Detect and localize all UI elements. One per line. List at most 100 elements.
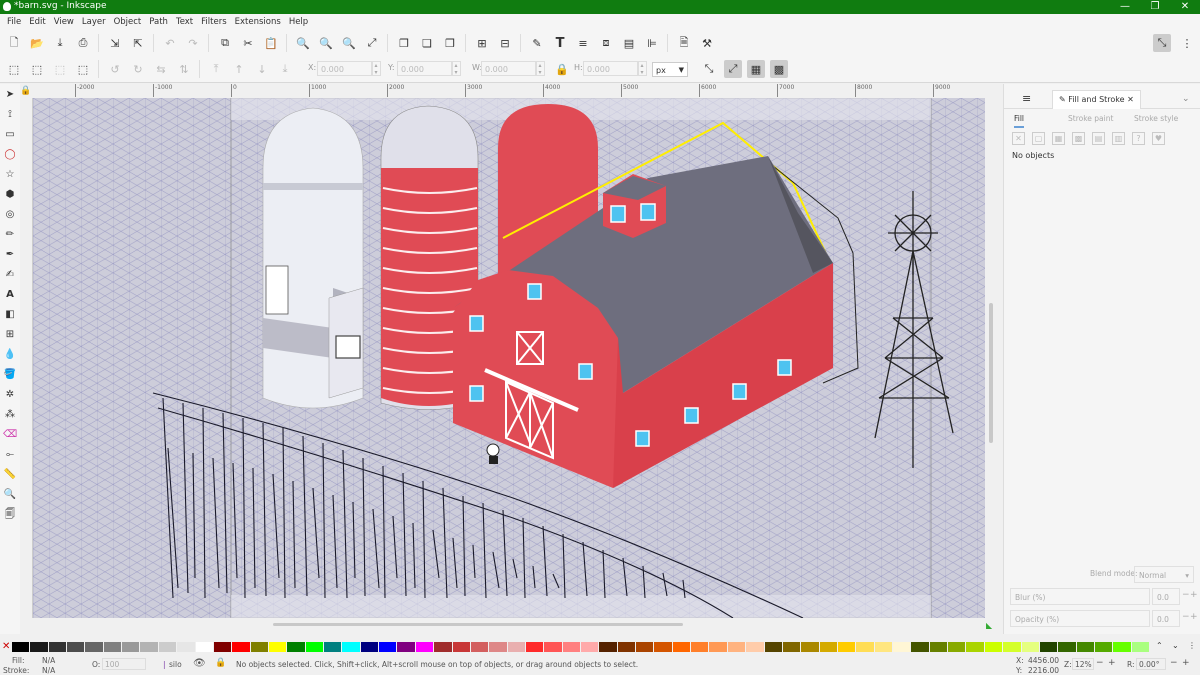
star-tool-icon[interactable]: ☆ <box>3 168 17 182</box>
opacity-minus-icon[interactable]: − <box>1182 612 1190 622</box>
rotate-input[interactable]: 0.00° <box>1136 658 1166 670</box>
palette-swatch[interactable] <box>874 642 893 652</box>
palette-swatch[interactable] <box>544 642 562 652</box>
palette-swatch[interactable] <box>30 642 48 652</box>
tab-fill-and-stroke[interactable]: ✎ Fill and Stroke ✕ <box>1052 90 1141 109</box>
menu-path[interactable]: Path <box>145 14 172 30</box>
open-icon[interactable]: 📂 <box>30 36 44 50</box>
palette-swatch[interactable] <box>746 642 764 652</box>
palette-swatch[interactable] <box>195 642 213 652</box>
x-spinner-icon[interactable]: ▴ ▾ <box>371 61 381 76</box>
toggle-lock-icon[interactable]: 🔒 <box>215 658 226 668</box>
w-spinner-icon[interactable]: ▴ ▾ <box>535 61 545 76</box>
palette-swatch[interactable] <box>12 642 30 652</box>
eraser-tool-icon[interactable]: ⌫ <box>3 428 17 442</box>
print-icon[interactable]: ⎙ <box>76 36 90 50</box>
select-all-icon[interactable]: ⬚ <box>7 62 21 76</box>
toggle-visibility-icon[interactable]: 👁 <box>193 658 206 669</box>
save-icon[interactable]: ⤓ <box>53 36 67 50</box>
blur-value[interactable]: 0.0 <box>1152 588 1180 605</box>
palette-swatch[interactable] <box>581 642 599 652</box>
connector-tool-icon[interactable]: ⟜ <box>3 448 17 462</box>
zoom-fit-icon[interactable]: ⤢ <box>365 36 379 50</box>
menu-extensions[interactable]: Extensions <box>231 14 285 30</box>
selector-tool-icon[interactable]: ➤ <box>3 88 17 102</box>
palette-swatch[interactable] <box>287 642 305 652</box>
paint-bucket-icon[interactable]: 🪣 <box>3 368 17 382</box>
h-input[interactable]: 0.000 <box>583 61 639 76</box>
palette-swatch[interactable] <box>489 642 507 652</box>
ungroup-icon[interactable]: ⊟ <box>498 36 512 50</box>
palette-swatch[interactable] <box>434 642 452 652</box>
layers-tab-icon[interactable]: ≡ <box>1022 90 1031 108</box>
stroke-value[interactable]: N/A <box>42 666 55 675</box>
close-button[interactable]: ✕ <box>1170 0 1200 14</box>
palette-scroll-up-icon[interactable]: ⌃ <box>1156 641 1163 650</box>
opacity-slider[interactable]: Opacity (%) <box>1010 610 1150 627</box>
lower-bottom-icon[interactable]: ⤓ <box>278 62 292 76</box>
palette-menu-icon[interactable]: ⋮ <box>1188 641 1196 650</box>
cut-icon[interactable]: ✂ <box>241 36 255 50</box>
new-document-icon[interactable]: 🗋 <box>7 36 21 50</box>
raise-icon[interactable]: ↑ <box>232 62 246 76</box>
palette-swatch[interactable] <box>177 642 195 652</box>
node-tool-icon[interactable]: ⟟ <box>3 108 17 122</box>
opacity-value[interactable]: 0.0 <box>1152 610 1180 627</box>
zoom-drawing-icon[interactable]: 🔍 <box>319 36 333 50</box>
linear-gradient-icon[interactable]: ▦ <box>1052 132 1065 145</box>
opacity-input[interactable]: 100 <box>102 658 146 670</box>
palette-swatch[interactable] <box>617 642 636 652</box>
clone-icon[interactable]: ❏ <box>420 36 434 50</box>
palette-swatch[interactable] <box>1113 642 1131 652</box>
raise-top-icon[interactable]: ⤒ <box>209 62 223 76</box>
x-input[interactable]: 0.000 <box>317 61 373 76</box>
palette-swatch[interactable] <box>1003 642 1021 652</box>
palette-swatch[interactable] <box>672 642 691 652</box>
snap-toggle-icon[interactable]: ⤡ <box>1153 34 1171 52</box>
export-icon[interactable]: ⇱ <box>131 36 145 50</box>
align-distribute-icon[interactable]: ⊫ <box>645 36 659 50</box>
zoom-selection-icon[interactable]: 🔍 <box>296 36 310 50</box>
palette-swatch[interactable] <box>801 642 819 652</box>
select-same-icon[interactable]: ⬚ <box>76 62 90 76</box>
subtab-stroke-style[interactable]: Stroke style <box>1134 112 1178 126</box>
close-tab-icon[interactable]: ✕ <box>1127 95 1134 104</box>
minimize-button[interactable]: — <box>1110 0 1140 14</box>
zoom-input[interactable]: 12% <box>1072 658 1094 670</box>
flip-horizontal-icon[interactable]: ⇆ <box>154 62 168 76</box>
spray-tool-icon[interactable]: ⁂ <box>3 408 17 422</box>
menu-help[interactable]: Help <box>285 14 312 30</box>
mesh-gradient-icon[interactable]: ▤ <box>1092 132 1105 145</box>
scale-corners-icon[interactable]: ⤢ <box>724 60 742 78</box>
unlink-clone-icon[interactable]: ❒ <box>443 36 457 50</box>
move-gradients-icon[interactable]: ▦ <box>747 60 765 78</box>
no-color-icon[interactable]: ✕ <box>2 641 10 652</box>
palette-swatch[interactable] <box>856 642 874 652</box>
palette-swatch[interactable] <box>636 642 654 652</box>
palette-swatch[interactable] <box>727 642 746 652</box>
blend-mode-select[interactable]: Normal ▾ <box>1134 566 1194 583</box>
zoom-page-icon[interactable]: 🔍 <box>342 36 356 50</box>
xml-editor-icon[interactable]: ⧈ <box>599 36 613 50</box>
palette-swatch[interactable] <box>525 642 544 652</box>
palette-swatch[interactable] <box>1131 642 1149 652</box>
tweak-tool-icon[interactable]: ✲ <box>3 388 17 402</box>
unset-paint-icon[interactable]: ? <box>1132 132 1145 145</box>
palette-swatch[interactable] <box>103 642 122 652</box>
palette-swatch[interactable] <box>67 642 85 652</box>
palette-swatch[interactable] <box>470 642 489 652</box>
menu-object[interactable]: Object <box>110 14 146 30</box>
zoom-out-icon[interactable]: − <box>1096 658 1104 668</box>
fill-stroke-icon[interactable]: ✎ <box>530 36 544 50</box>
palette-swatch[interactable] <box>342 642 360 652</box>
box3d-tool-icon[interactable]: ⬢ <box>3 188 17 202</box>
text-tool-icon[interactable]: A <box>3 288 17 302</box>
paste-icon[interactable]: 📋 <box>264 36 278 50</box>
rotate-minus-icon[interactable]: − <box>1170 658 1178 668</box>
palette-swatch[interactable] <box>654 642 672 652</box>
palette-swatch[interactable] <box>837 642 856 652</box>
palette-swatch[interactable] <box>232 642 250 652</box>
pattern-icon[interactable]: ▥ <box>1112 132 1125 145</box>
opacity-plus-icon[interactable]: + <box>1190 612 1198 622</box>
palette-swatch[interactable] <box>893 642 911 652</box>
